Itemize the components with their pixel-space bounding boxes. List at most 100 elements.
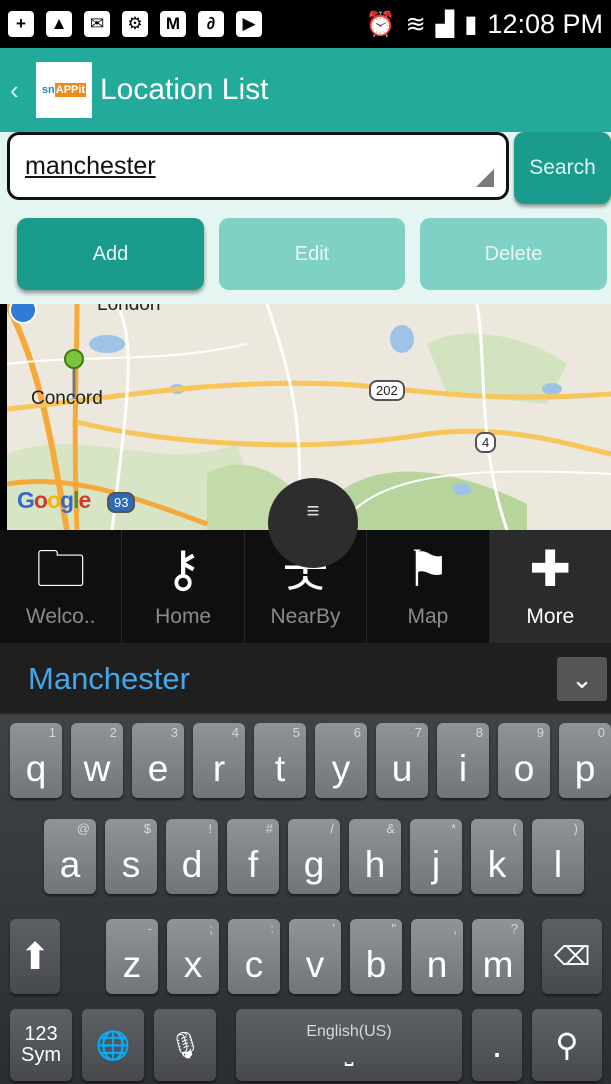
key-j[interactable]: * j bbox=[410, 819, 462, 894]
dropdown-corner-icon[interactable] bbox=[476, 169, 494, 187]
shift-key[interactable]: ⬆ bbox=[10, 919, 60, 994]
key-label: y bbox=[331, 748, 351, 789]
key-a[interactable]: @ a bbox=[44, 819, 96, 894]
key-i[interactable]: 8i bbox=[437, 723, 489, 798]
app-logo[interactable]: sn APPit bbox=[36, 62, 92, 118]
menu-lines-icon: ≡ bbox=[306, 498, 320, 523]
key-hint: 5 bbox=[292, 725, 300, 740]
key-label: f bbox=[247, 844, 259, 885]
folder-icon: 🗀 bbox=[35, 541, 86, 597]
keyboard-suggestion-strip: Manchester ⌄ bbox=[0, 643, 611, 715]
key-hint: 4 bbox=[231, 725, 239, 740]
status-bar: + ▲ ✉ ⚙ M ∂ ▶ ⏰ ≋ ▟ ▮ 12:08 PM bbox=[0, 0, 611, 48]
gmail-icon: M bbox=[160, 11, 186, 37]
key-hint: - bbox=[147, 921, 152, 936]
status-time: 12:08 PM bbox=[487, 8, 603, 39]
key-x[interactable]: ; x bbox=[167, 919, 219, 994]
space-key[interactable]: English(US) ⎵ bbox=[236, 1009, 462, 1081]
key-w[interactable]: 2w bbox=[71, 723, 123, 798]
key-h[interactable]: & h bbox=[349, 819, 401, 894]
key-hint: ! bbox=[208, 821, 212, 836]
add-button[interactable]: Add bbox=[17, 218, 204, 290]
key-hint: , bbox=[453, 921, 457, 936]
suggestion-word[interactable]: Manchester bbox=[28, 661, 190, 697]
youtube-icon: ▶ bbox=[236, 11, 262, 37]
search-panel: Search Add Edit Delete bbox=[0, 132, 611, 304]
key-b[interactable]: " b bbox=[350, 919, 402, 994]
back-chevron-icon[interactable]: ‹ bbox=[10, 75, 32, 106]
key-y[interactable]: 6y bbox=[315, 723, 367, 798]
settings-icon: ⚙ bbox=[122, 11, 148, 37]
key-label: l bbox=[553, 844, 563, 885]
language-key[interactable]: 🌐 bbox=[82, 1009, 144, 1081]
google-logo: Google bbox=[17, 487, 91, 513]
route-badge: 4 bbox=[475, 432, 497, 453]
key-label: u bbox=[391, 748, 413, 789]
action-bar: ‹ sn APPit Location List bbox=[0, 48, 611, 132]
key-hint: # bbox=[265, 821, 273, 836]
drawer-handle[interactable]: ≡ bbox=[268, 478, 358, 568]
key-hint: 1 bbox=[48, 725, 56, 740]
period-key[interactable]: . bbox=[472, 1009, 522, 1081]
image-icon: ▲ bbox=[46, 11, 72, 37]
key-label: r bbox=[212, 748, 226, 789]
backspace-key[interactable]: ⌫ bbox=[542, 919, 602, 994]
key-hint: $ bbox=[143, 821, 151, 836]
location-search-field[interactable] bbox=[7, 132, 509, 200]
key-label: v bbox=[305, 944, 325, 985]
plus-square-icon: + bbox=[8, 11, 34, 37]
tab-map[interactable]: ⚑ Map bbox=[367, 530, 490, 643]
key-k[interactable]: (k bbox=[471, 819, 523, 894]
shift-arrow-icon: ⬆ bbox=[19, 936, 51, 977]
key-label: a bbox=[59, 844, 81, 885]
tab-welcome[interactable]: 🗀 Welco.. bbox=[0, 530, 123, 643]
key-r[interactable]: 4r bbox=[193, 723, 245, 798]
search-key[interactable]: ⚲ bbox=[532, 1009, 602, 1081]
collapse-keyboard-button[interactable]: ⌄ bbox=[557, 657, 607, 701]
key-s[interactable]: $ s bbox=[105, 819, 157, 894]
key-d[interactable]: ! d bbox=[166, 819, 218, 894]
key-label: s bbox=[121, 844, 141, 885]
key-label: i bbox=[458, 748, 468, 789]
key-hint: 0 bbox=[597, 725, 605, 740]
search-button[interactable]: Search bbox=[514, 132, 611, 204]
symbols-key[interactable]: 123 Sym bbox=[10, 1009, 72, 1081]
key-label: g bbox=[303, 844, 325, 885]
soft-keyboard: ⬆ ⌫ 123 Sym 🌐 🎙 English(US) ⎵ . ⚲ 1q2w3e4… bbox=[0, 715, 611, 1084]
key-c[interactable]: :c bbox=[228, 919, 280, 994]
map-pin-icon: ⚑ bbox=[405, 541, 451, 597]
tab-home[interactable]: ⚷ Home bbox=[122, 530, 245, 643]
key-t[interactable]: 5t bbox=[254, 723, 306, 798]
key-hint: " bbox=[391, 921, 396, 936]
key-o[interactable]: 9o bbox=[498, 723, 550, 798]
map-place-label: London bbox=[97, 304, 161, 315]
key-hint: ? bbox=[510, 921, 518, 936]
key-label: j bbox=[431, 844, 441, 885]
key-hint: ' bbox=[332, 921, 335, 936]
microphone-icon: 🎙 bbox=[168, 1029, 202, 1060]
key-g[interactable]: / g bbox=[288, 819, 340, 894]
key-hint: / bbox=[330, 821, 334, 836]
key-f[interactable]: # f bbox=[227, 819, 279, 894]
delete-button[interactable]: Delete bbox=[420, 218, 607, 290]
key-l[interactable]: ) l bbox=[532, 819, 584, 894]
key-m[interactable]: ? m bbox=[472, 919, 524, 994]
edit-button[interactable]: Edit bbox=[219, 218, 405, 290]
tab-more[interactable]: ✚ More bbox=[489, 530, 611, 643]
key-label: w bbox=[83, 748, 111, 789]
key-q[interactable]: 1q bbox=[10, 723, 62, 798]
key-label: t bbox=[274, 748, 286, 789]
key-p[interactable]: 0p bbox=[559, 723, 611, 798]
attachment-icon: ∂ bbox=[198, 11, 224, 37]
key-n[interactable]: ,n bbox=[411, 919, 463, 994]
key-label: e bbox=[147, 748, 169, 789]
key-label: p bbox=[574, 748, 596, 789]
search-input[interactable] bbox=[25, 149, 465, 183]
plus-icon: ✚ bbox=[529, 541, 572, 597]
key-u[interactable]: 7u bbox=[376, 723, 428, 798]
key-z[interactable]: -z bbox=[106, 919, 158, 994]
key-label: o bbox=[513, 748, 535, 789]
key-v[interactable]: ' v bbox=[289, 919, 341, 994]
key-e[interactable]: 3e bbox=[132, 723, 184, 798]
voice-input-key[interactable]: 🎙 bbox=[154, 1009, 216, 1081]
